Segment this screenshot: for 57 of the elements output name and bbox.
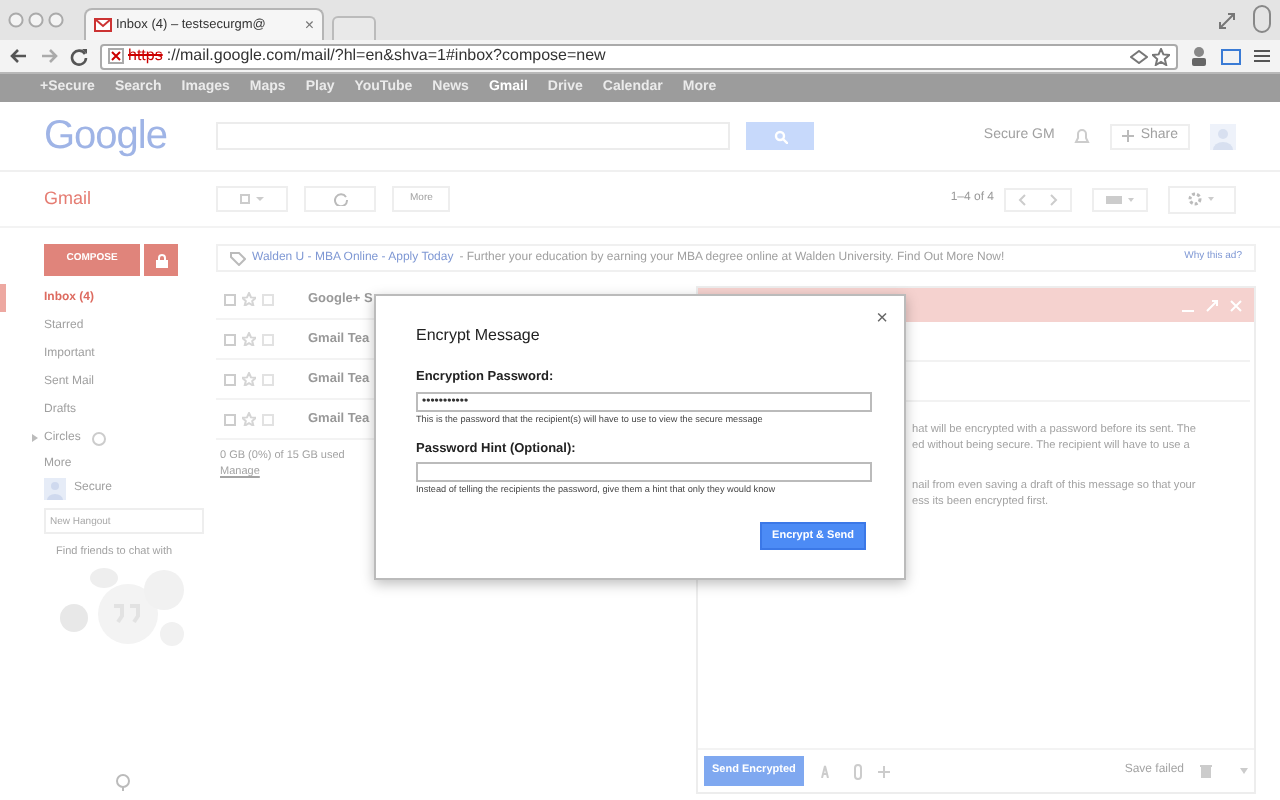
pager-button[interactable] — [1004, 187, 1072, 211]
plus-icon — [1122, 130, 1135, 142]
mail-icon — [94, 18, 112, 32]
lock-button[interactable] — [144, 244, 178, 276]
settings-icon — [1188, 192, 1216, 206]
avatar-icon[interactable] — [44, 477, 66, 499]
fullscreen-icon[interactable] — [1218, 11, 1236, 29]
star-icon[interactable] — [1152, 47, 1170, 65]
keyboard-caret-icon — [1106, 195, 1134, 203]
attachment-icon[interactable] — [853, 763, 862, 779]
checkbox-caret-icon — [240, 194, 264, 204]
chevron-left-icon — [1018, 193, 1026, 205]
forward-icon[interactable] — [40, 48, 58, 64]
settings-button[interactable] — [1168, 185, 1236, 213]
chevron-right-icon — [1050, 193, 1058, 205]
formatting-icon[interactable] — [819, 764, 830, 778]
bell-icon[interactable] — [1074, 126, 1091, 146]
select-checkbox-button[interactable] — [216, 186, 288, 212]
refresh-icon — [333, 192, 347, 206]
dialog-close-button[interactable]: × — [876, 304, 888, 334]
avatar-icon[interactable] — [1210, 123, 1236, 149]
url-text: ://mail.google.com/mail/?hl=en&shva=1#inbox?compose=new — [166, 44, 606, 68]
expand-arrow-icon[interactable] — [32, 434, 38, 442]
checkbox-icon[interactable] — [224, 413, 236, 425]
search-icon — [773, 129, 787, 143]
search-button[interactable] — [746, 122, 814, 150]
dialog-title: Encrypt Message — [416, 324, 540, 348]
trash-icon[interactable] — [1200, 764, 1212, 778]
circles-icon — [92, 431, 107, 445]
new-tab-button[interactable] — [332, 16, 376, 40]
caret-icon[interactable] — [1240, 768, 1248, 774]
back-icon[interactable] — [10, 48, 28, 64]
density-button[interactable] — [1092, 187, 1148, 211]
checkbox-icon[interactable] — [224, 293, 236, 305]
close-icon[interactable] — [1230, 299, 1242, 311]
window-controls-icon[interactable] — [8, 12, 64, 28]
plus-icon[interactable] — [877, 765, 890, 777]
importance-marker-icon[interactable] — [262, 373, 274, 385]
importance-marker-icon[interactable] — [262, 293, 274, 305]
extension-icon[interactable] — [1190, 46, 1208, 66]
tab-close-button[interactable]: × — [304, 13, 314, 37]
importance-marker-icon[interactable] — [262, 333, 274, 345]
checkbox-icon[interactable] — [224, 373, 236, 385]
tag-icon — [230, 251, 246, 265]
expand-icon[interactable] — [1206, 299, 1218, 311]
refresh-button[interactable] — [304, 186, 376, 212]
google-logo: Google — [44, 112, 169, 162]
menu-icon[interactable] — [1254, 48, 1270, 64]
importance-marker-icon[interactable] — [262, 413, 274, 425]
gmail-menu[interactable]: Gmail — [44, 185, 216, 213]
address-bar[interactable]: https ://mail.google.com/mail/?hl=en&shva=1#inbox?compose=new — [100, 43, 1178, 69]
lock-icon — [155, 253, 167, 267]
url-scheme: https — [128, 44, 163, 68]
hint-field[interactable] — [416, 462, 872, 483]
checkbox-icon[interactable] — [224, 333, 236, 345]
hangouts-icon[interactable] — [116, 774, 130, 792]
reload-icon[interactable] — [70, 47, 88, 65]
